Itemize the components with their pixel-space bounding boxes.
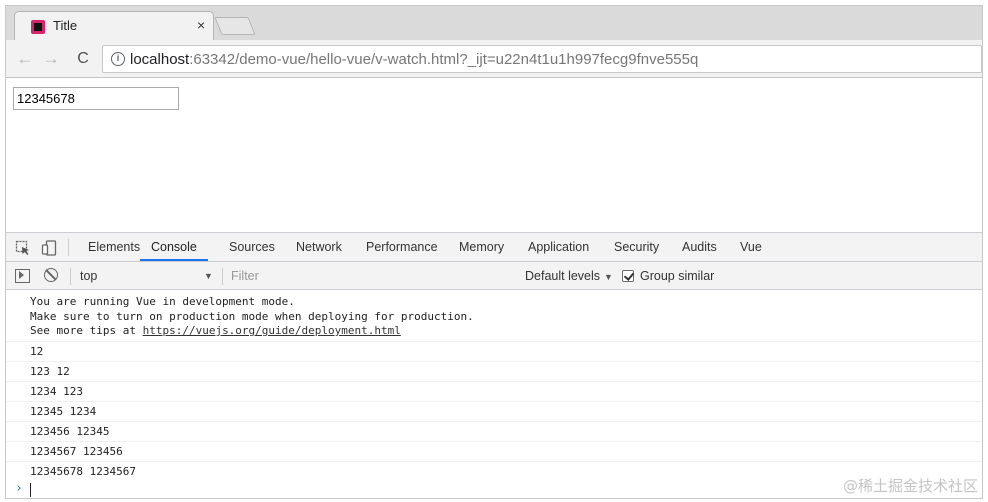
url-path: :63342/demo-vue/hello-vue/v-watch.html?_… bbox=[189, 51, 699, 68]
context-value: top bbox=[80, 269, 98, 283]
reload-icon[interactable]: C bbox=[72, 48, 94, 70]
console-filter-input[interactable] bbox=[228, 266, 518, 286]
console-toolbar: top ▼ Default levels▼ Group similar bbox=[6, 262, 982, 290]
console-message-line: You are running Vue in development mode. bbox=[30, 295, 295, 308]
tab-elements[interactable]: Elements bbox=[88, 233, 140, 261]
toolbar-divider bbox=[68, 239, 69, 256]
forward-arrow-icon[interactable]: → bbox=[40, 48, 62, 70]
devtools-panel: Elements Console Sources Network Perform… bbox=[6, 232, 982, 498]
browser-toolbar: ← → C i localhost:63342/demo-vue/hello-v… bbox=[6, 40, 982, 78]
intellij-favicon-icon bbox=[31, 20, 45, 34]
new-tab-button[interactable] bbox=[214, 17, 256, 35]
tab-audits[interactable]: Audits bbox=[682, 233, 717, 261]
console-log-row: 1234 123 bbox=[6, 382, 982, 402]
vue-deployment-link[interactable]: https://vuejs.org/guide/deployment.html bbox=[143, 324, 401, 337]
console-message-prefix: See more tips at bbox=[30, 324, 143, 337]
watched-text-input[interactable] bbox=[13, 87, 179, 110]
console-log-row: 12 bbox=[6, 342, 982, 362]
console-prompt[interactable]: › bbox=[6, 480, 982, 498]
console-log-row: 12345678 1234567 bbox=[30, 465, 136, 478]
back-arrow-icon[interactable]: ← bbox=[14, 48, 36, 70]
console-log-row: 123 12 bbox=[6, 362, 982, 382]
inspect-element-icon[interactable] bbox=[15, 240, 31, 256]
log-levels-label: Default levels bbox=[525, 269, 601, 283]
tab-strip: Title × bbox=[6, 6, 982, 40]
tab-network[interactable]: Network bbox=[296, 233, 342, 261]
log-levels-dropdown[interactable]: Default levels ▼ bbox=[525, 262, 613, 290]
toolbar-divider bbox=[222, 268, 223, 285]
console-message-line: Make sure to turn on production mode whe… bbox=[30, 309, 474, 323]
info-icon[interactable]: i bbox=[111, 52, 125, 66]
console-log-row: 12345 1234 bbox=[6, 402, 982, 422]
prompt-chevron-icon: › bbox=[15, 481, 23, 496]
console-message-line: See more tips at https://vuejs.org/guide… bbox=[30, 324, 982, 339]
context-selector[interactable]: top ▼ bbox=[80, 262, 220, 290]
dropdown-arrow-icon: ▼ bbox=[604, 272, 613, 282]
vue-dev-mode-message: You are running Vue in development mode.… bbox=[6, 292, 982, 342]
console-log-row: 1234567 123456 bbox=[6, 442, 982, 462]
tab-application[interactable]: Application bbox=[528, 233, 589, 261]
address-bar[interactable]: i localhost:63342/demo-vue/hello-vue/v-w… bbox=[102, 45, 982, 73]
show-sidebar-icon[interactable] bbox=[15, 269, 30, 283]
device-toolbar-icon[interactable] bbox=[41, 240, 57, 256]
clear-console-icon[interactable] bbox=[44, 268, 58, 282]
browser-tab[interactable]: Title × bbox=[14, 11, 214, 40]
group-similar-checkbox[interactable] bbox=[622, 270, 634, 282]
tab-close-button[interactable]: × bbox=[197, 17, 205, 33]
tab-console[interactable]: Console bbox=[140, 233, 208, 261]
tab-performance[interactable]: Performance bbox=[366, 233, 438, 261]
url-host: localhost bbox=[130, 51, 190, 68]
tab-sources[interactable]: Sources bbox=[229, 233, 275, 261]
devtools-tab-bar: Elements Console Sources Network Perform… bbox=[6, 233, 982, 262]
browser-window: Title × ← → C i localhost:63342/demo-vue… bbox=[5, 5, 983, 499]
group-similar-label: Group similar bbox=[640, 269, 715, 283]
tab-title: Title bbox=[53, 18, 78, 33]
toolbar-divider bbox=[70, 268, 71, 285]
tab-memory[interactable]: Memory bbox=[459, 233, 504, 261]
page-viewport bbox=[6, 79, 982, 232]
text-caret bbox=[30, 483, 31, 497]
console-log-row: 123456 12345 bbox=[6, 422, 982, 442]
dropdown-arrow-icon: ▼ bbox=[204, 271, 213, 281]
url-text: localhost:63342/demo-vue/hello-vue/v-wat… bbox=[130, 51, 698, 68]
tab-security[interactable]: Security bbox=[614, 233, 659, 261]
watermark: @稀土掘金技术社区 bbox=[842, 477, 978, 495]
console-output: You are running Vue in development mode.… bbox=[6, 290, 982, 498]
tab-vue[interactable]: Vue bbox=[740, 233, 762, 261]
